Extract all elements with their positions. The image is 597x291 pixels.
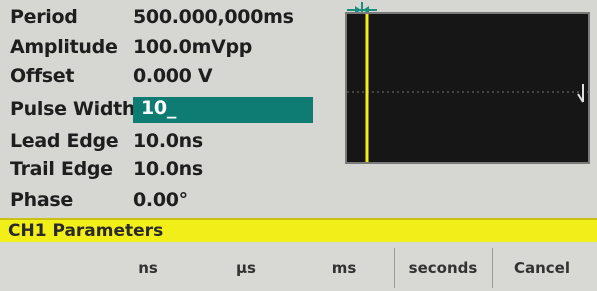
param-label: Period bbox=[10, 6, 78, 28]
status-bar: CH1 Parameters bbox=[0, 218, 597, 242]
softkey-label: ms bbox=[331, 259, 357, 277]
param-value: 0.000 V bbox=[133, 65, 213, 87]
softkey-blank[interactable] bbox=[8, 248, 104, 288]
param-label: Phase bbox=[10, 189, 73, 211]
param-label: Trail Edge bbox=[10, 158, 113, 180]
function-generator-screen: Period 500.000,000ms Amplitude 100.0mVpp… bbox=[0, 0, 597, 291]
status-title: CH1 Parameters bbox=[8, 221, 164, 241]
pulse-width-value: 10_ bbox=[141, 97, 177, 119]
param-value: 10.0ns bbox=[133, 130, 203, 152]
softkey-us[interactable]: µs bbox=[198, 248, 294, 288]
param-row-amplitude[interactable]: Amplitude 100.0mVpp bbox=[10, 36, 330, 62]
waveform-preview bbox=[345, 12, 590, 164]
waveform-plot bbox=[347, 14, 588, 162]
param-row-period[interactable]: Period 500.000,000ms bbox=[10, 6, 330, 32]
param-label: Pulse Width bbox=[10, 98, 136, 120]
param-label: Lead Edge bbox=[10, 130, 119, 152]
parameter-list: Period 500.000,000ms Amplitude 100.0mVpp… bbox=[0, 0, 330, 218]
param-row-pulse-width[interactable]: Pulse Width 10_ bbox=[10, 97, 330, 124]
softkey-cancel[interactable]: Cancel bbox=[492, 248, 591, 288]
param-row-offset[interactable]: Offset 0.000 V bbox=[10, 65, 330, 91]
param-row-phase[interactable]: Phase 0.00° bbox=[10, 189, 330, 215]
softkey-ns[interactable]: ns bbox=[100, 248, 196, 288]
softkey-label: ns bbox=[138, 259, 158, 277]
param-label: Offset bbox=[10, 65, 75, 87]
param-row-lead-edge[interactable]: Lead Edge 10.0ns bbox=[10, 130, 330, 156]
softkey-label: seconds bbox=[408, 259, 478, 277]
softkey-label: µs bbox=[236, 259, 256, 277]
softkey-ms[interactable]: ms bbox=[296, 248, 392, 288]
param-row-trail-edge[interactable]: Trail Edge 10.0ns bbox=[10, 158, 330, 184]
pulse-width-input[interactable]: 10_ bbox=[133, 97, 313, 123]
softkey-seconds[interactable]: seconds bbox=[394, 248, 491, 288]
param-value: 0.00° bbox=[133, 189, 188, 211]
param-value: 500.000,000ms bbox=[133, 6, 294, 28]
softkey-bar: ns µs ms seconds Cancel bbox=[0, 244, 597, 291]
param-value: 10.0ns bbox=[133, 158, 203, 180]
softkey-label: Cancel bbox=[513, 259, 570, 277]
param-value: 100.0mVpp bbox=[133, 36, 253, 58]
param-label: Amplitude bbox=[10, 36, 118, 58]
